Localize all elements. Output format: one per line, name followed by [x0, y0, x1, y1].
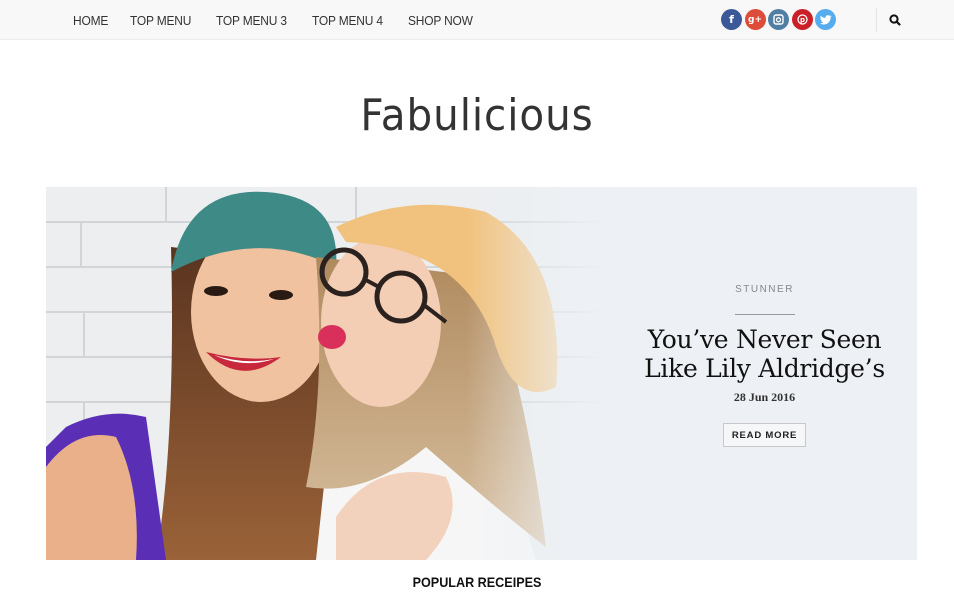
- featured-image[interactable]: [46, 187, 606, 560]
- featured-slider: STUNNER You’ve Never Seen Like Lily Aldr…: [46, 187, 917, 560]
- instagram-icon[interactable]: [768, 9, 789, 30]
- top-bar: HOME TOP MENU TOP MENU 3 TOP MENU 4 SHOP…: [0, 0, 954, 40]
- pinterest-icon[interactable]: p: [791, 9, 813, 30]
- read-more-button[interactable]: READ MORE: [723, 423, 806, 447]
- post-date: 28 Jun 2016: [733, 390, 796, 404]
- nav-item-home[interactable]: HOME: [73, 13, 108, 28]
- google-plus-icon[interactable]: g+: [744, 9, 766, 30]
- nav-item-top-menu[interactable]: TOP MENU: [130, 13, 191, 28]
- header-divider: [876, 8, 877, 32]
- svg-text:p: p: [799, 16, 804, 24]
- main-nav: HOME TOP MENU TOP MENU 3 TOP MENU 4 SHOP…: [73, 0, 497, 40]
- post-title-line-2: Like Lily Aldridge’s: [644, 354, 885, 383]
- post-category[interactable]: STUNNER: [626, 284, 903, 295]
- nav-item-shop-now[interactable]: SHOP NOW: [408, 13, 473, 28]
- social-links: f g+ p: [721, 9, 839, 30]
- search-icon[interactable]: [888, 13, 902, 27]
- featured-post-info: STUNNER You’ve Never Seen Like Lily Aldr…: [626, 187, 903, 560]
- category-divider: [735, 314, 795, 315]
- post-title[interactable]: You’ve Never Seen Like Lily Aldridge’s: [606, 325, 917, 383]
- nav-item-top-menu-4[interactable]: TOP MENU 4: [312, 13, 383, 28]
- twitter-icon[interactable]: [815, 9, 836, 30]
- post-title-line-1: You’ve Never Seen: [647, 325, 882, 354]
- section-title: POPULAR RECEIPES: [412, 574, 542, 590]
- nav-item-top-menu-3[interactable]: TOP MENU 3: [216, 13, 287, 28]
- site-logo[interactable]: Fabulicious: [38, 90, 916, 141]
- facebook-icon[interactable]: f: [721, 9, 742, 30]
